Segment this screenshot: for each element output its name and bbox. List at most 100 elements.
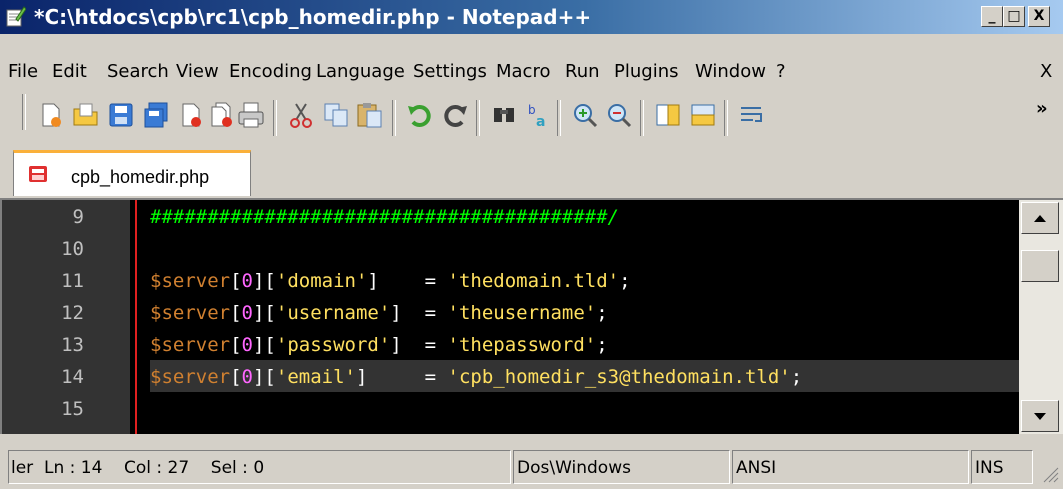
line-number: 13 bbox=[61, 334, 84, 356]
scroll-thumb[interactable] bbox=[1021, 250, 1059, 282]
window-title: *C:\htdocs\cpb\rc1\cpb_homedir.php - Not… bbox=[34, 5, 592, 29]
index-number: 0 bbox=[241, 334, 253, 356]
bracket: ] bbox=[390, 302, 402, 324]
menu-bar: File Edit Search View Encoding Language … bbox=[0, 34, 1063, 82]
arrow-up-icon bbox=[1034, 215, 1046, 222]
status-bar: ler Ln : 14 Col : 27 Sel : 0 Dos\Windows… bbox=[0, 444, 1063, 489]
variable: $server bbox=[150, 366, 231, 388]
padding bbox=[402, 334, 413, 356]
word-wrap-icon[interactable] bbox=[737, 100, 767, 130]
paste-icon[interactable] bbox=[354, 100, 384, 130]
toolbar-separator bbox=[557, 100, 561, 136]
padding bbox=[402, 302, 413, 324]
semicolon: ; bbox=[790, 366, 803, 388]
bracket: [ bbox=[230, 270, 242, 292]
new-file-icon[interactable] bbox=[36, 100, 66, 130]
operator: = bbox=[424, 334, 437, 356]
code-line[interactable]: 13 $server[0]['password'] = 'thepassword… bbox=[2, 328, 1019, 360]
string-value: 'cpb_homedir_s3@thedomain.tld' bbox=[447, 366, 791, 388]
open-file-icon[interactable] bbox=[71, 100, 101, 130]
close-all-icon[interactable] bbox=[207, 100, 237, 130]
find-icon[interactable] bbox=[489, 100, 519, 130]
save-icon[interactable] bbox=[106, 100, 136, 130]
title-bar[interactable]: *C:\htdocs\cpb\rc1\cpb_homedir.php - Not… bbox=[0, 0, 1063, 34]
status-language: ler bbox=[11, 458, 34, 478]
resize-grip-icon[interactable] bbox=[1040, 464, 1060, 484]
zoom-out-icon[interactable] bbox=[604, 100, 634, 130]
line-code: $server[0]['email'] = 'cpb_homedir_s3@th… bbox=[150, 366, 802, 388]
toolbar-separator bbox=[392, 100, 396, 136]
bracket: [ bbox=[230, 366, 242, 388]
bracket: [ bbox=[230, 334, 242, 356]
semicolon: ; bbox=[596, 334, 608, 356]
variable: $server bbox=[150, 334, 231, 356]
padding bbox=[367, 366, 413, 388]
svg-text:b: b bbox=[528, 103, 536, 117]
bracket: ] bbox=[367, 270, 379, 292]
code-line[interactable]: 14 $server[0]['email'] = 'cpb_homedir_s3… bbox=[2, 360, 1019, 392]
maximize-button[interactable]: □ bbox=[1003, 6, 1025, 27]
code-editor[interactable]: 9 ######################################… bbox=[0, 198, 1063, 434]
toolbar-grip[interactable] bbox=[22, 94, 26, 130]
line-number: 10 bbox=[61, 238, 84, 260]
vertical-scrollbar[interactable] bbox=[1019, 200, 1063, 434]
scroll-down-button[interactable] bbox=[1021, 400, 1059, 432]
tab-cpb-homedir[interactable]: cpb_homedir.php bbox=[13, 150, 251, 196]
semicolon: ; bbox=[596, 302, 608, 324]
code-line[interactable]: 15 bbox=[2, 392, 1019, 424]
line-number: 14 bbox=[61, 366, 84, 388]
line-number: 9 bbox=[72, 206, 84, 228]
string-value: 'thedomain.tld' bbox=[447, 270, 620, 292]
status-cursor-position: Ln : 14 Col : 27 Sel : 0 bbox=[44, 458, 265, 478]
zoom-in-icon[interactable] bbox=[570, 100, 600, 130]
undo-icon[interactable] bbox=[405, 100, 435, 130]
bracket: [ bbox=[230, 302, 242, 324]
cut-icon[interactable] bbox=[286, 100, 316, 130]
code-line[interactable]: 9 ######################################… bbox=[2, 200, 1019, 232]
bracket: ][ bbox=[252, 366, 276, 388]
replace-icon[interactable]: ba bbox=[524, 100, 554, 130]
toolbar-separator bbox=[476, 100, 480, 136]
redo-icon[interactable] bbox=[440, 100, 470, 130]
string-key: 'password' bbox=[275, 334, 391, 356]
status-eol: Dos\Windows bbox=[517, 458, 631, 478]
toolbar-overflow-button[interactable]: » bbox=[1036, 98, 1048, 119]
print-icon[interactable] bbox=[236, 100, 266, 130]
code-line[interactable]: 12 $server[0]['username'] = 'theusername… bbox=[2, 296, 1019, 328]
variable: $server bbox=[150, 302, 231, 324]
status-insert-mode: INS bbox=[975, 458, 1004, 478]
line-number: 11 bbox=[61, 270, 84, 292]
tab-label: cpb_homedir.php bbox=[71, 167, 210, 187]
save-all-icon[interactable] bbox=[141, 100, 171, 130]
bracket: ] bbox=[355, 366, 368, 388]
bracket: ][ bbox=[252, 270, 276, 292]
scroll-up-button[interactable] bbox=[1021, 202, 1059, 234]
code-line[interactable]: 11 $server[0]['domain'] = 'thedomain.tld… bbox=[2, 264, 1019, 296]
line-code: $server[0]['password'] = 'thepassword'; bbox=[150, 334, 608, 356]
padding bbox=[379, 270, 413, 292]
arrow-down-icon bbox=[1034, 413, 1046, 420]
close-icon[interactable] bbox=[176, 100, 206, 130]
sync-horizontal-icon[interactable] bbox=[688, 100, 718, 130]
bracket: ][ bbox=[252, 302, 276, 324]
line-code: $server[0]['domain'] = 'thedomain.tld'; bbox=[150, 270, 631, 292]
string-key: 'email' bbox=[275, 366, 356, 388]
code-line[interactable]: 10 bbox=[2, 232, 1019, 264]
string-key: 'username' bbox=[275, 302, 391, 324]
index-number: 0 bbox=[241, 270, 253, 292]
svg-text:a: a bbox=[536, 114, 545, 130]
line-code: $server[0]['username'] = 'theusername'; bbox=[150, 302, 608, 324]
operator: = bbox=[424, 270, 437, 292]
minimize-button[interactable]: _ bbox=[981, 6, 1003, 27]
index-number: 0 bbox=[241, 366, 253, 388]
string-value: 'theusername' bbox=[447, 302, 597, 324]
line-number: 12 bbox=[61, 302, 84, 324]
close-button[interactable]: X bbox=[1028, 6, 1050, 27]
line-code: ########################################… bbox=[150, 206, 619, 228]
sync-vertical-icon[interactable] bbox=[653, 100, 683, 130]
line-number: 15 bbox=[61, 398, 84, 420]
string-key: 'domain' bbox=[275, 270, 368, 292]
unsaved-file-icon bbox=[29, 166, 47, 182]
copy-icon[interactable] bbox=[321, 100, 351, 130]
semicolon: ; bbox=[619, 270, 631, 292]
